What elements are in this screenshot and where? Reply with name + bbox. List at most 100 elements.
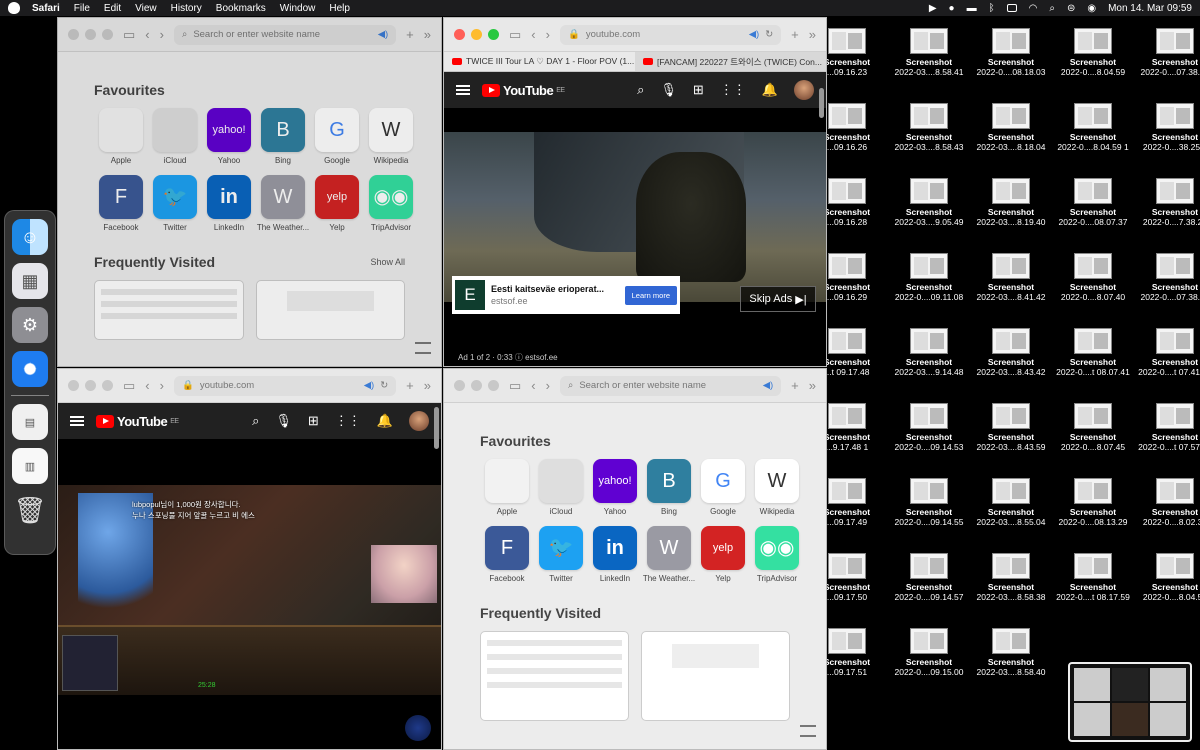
- menu-bookmarks[interactable]: Bookmarks: [216, 3, 266, 14]
- scrollbar[interactable]: [434, 407, 439, 449]
- forward-icon[interactable]: ›: [160, 27, 164, 42]
- desktop-screenshot-file[interactable]: Screenshot 2022-0....09.15.00: [890, 628, 968, 677]
- favourite-tripadvisor[interactable]: ◉◉ TripAdvisor: [364, 175, 418, 232]
- frequent-site-thumb[interactable]: [641, 631, 790, 721]
- apps-grid-icon[interactable]: ⋮⋮: [335, 413, 361, 429]
- close-button[interactable]: [454, 380, 465, 391]
- start-page-settings-icon[interactable]: [800, 725, 816, 737]
- avatar[interactable]: [794, 80, 814, 100]
- audio-icon[interactable]: ◀): [763, 380, 773, 391]
- audio-icon[interactable]: ◀): [378, 29, 388, 40]
- desktop-screenshot-file[interactable]: Screenshot2022-0....t 07.57.30: [1136, 403, 1200, 452]
- favourite-twitter[interactable]: 🐦 Twitter: [534, 526, 588, 583]
- favourite-the-weather[interactable]: W The Weather...: [256, 175, 310, 232]
- minimize-button[interactable]: [471, 29, 482, 40]
- audio-icon[interactable]: ◀): [749, 29, 759, 40]
- favourite-the-weather[interactable]: W The Weather...: [642, 526, 696, 583]
- minimize-button[interactable]: [471, 380, 482, 391]
- favourite-wikipedia[interactable]: W Wikipedia: [750, 459, 804, 516]
- desktop-screenshot-file[interactable]: Screenshot 2022-0....09.14.53: [890, 403, 968, 452]
- apple-menu-icon[interactable]: [8, 2, 20, 14]
- favourite-facebook[interactable]: F Facebook: [480, 526, 534, 583]
- downloads-stack-icon[interactable]: ▤: [12, 404, 48, 440]
- show-all-link[interactable]: Show All: [370, 257, 405, 267]
- frequent-site-thumb[interactable]: [255, 280, 405, 340]
- desktop-screenshot-file[interactable]: Screenshot 2022-0....09.11.08: [890, 253, 968, 302]
- menu-file[interactable]: File: [74, 3, 90, 14]
- address-bar[interactable]: ⌕ Search or enter website name ◀): [173, 24, 397, 45]
- desktop-screenshot-file[interactable]: Screenshot 2022-0....8.07.45: [1054, 403, 1132, 452]
- tab-twice-fancam[interactable]: [FANCAM] 220227 트와이스 (TWICE) Con...: [635, 52, 826, 71]
- address-bar[interactable]: 🔒 youtube.com ◀) ↻: [559, 24, 782, 45]
- favourite-facebook[interactable]: F Facebook: [94, 175, 148, 232]
- desktop-screenshot-file[interactable]: Screenshot2022-0....07.38.27: [1136, 253, 1200, 302]
- favourite-yahoo[interactable]: yahoo! Yahoo: [588, 459, 642, 516]
- address-bar[interactable]: ⌕ Search or enter website name ◀): [559, 375, 782, 396]
- back-icon[interactable]: ‹: [145, 378, 149, 393]
- desktop-screenshot-file[interactable]: Screenshot 2022-0....8.04.59 1: [1054, 103, 1132, 152]
- desktop-screenshot-file[interactable]: Screenshot 2022-0....t 08.07.41: [1054, 328, 1132, 377]
- desktop-screenshot-file[interactable]: Screenshot2022-0....8.04.55: [1136, 553, 1200, 602]
- video-player[interactable]: E Eesti kaitseväe erioperat... estsof.ee…: [444, 108, 826, 366]
- sidebar-toggle-icon[interactable]: ▭: [123, 378, 135, 394]
- siri-icon[interactable]: ◉: [1087, 3, 1096, 14]
- desktop-screenshot-file[interactable]: Screenshot 2022-0....8.04.59: [1054, 28, 1132, 77]
- video-player[interactable]: lubpopul님이 1,000원 장사합니다. 누나 스포닝풀 지어 앞꿀 누…: [58, 439, 441, 749]
- favourite-yahoo[interactable]: yahoo! Yahoo: [202, 108, 256, 165]
- favourite-icloud[interactable]: iCloud: [148, 108, 202, 165]
- minimize-button[interactable]: [85, 29, 96, 40]
- desktop-screenshot-file[interactable]: Screenshot 2022-03....8.58.41: [890, 28, 968, 77]
- desktop-screenshot-file[interactable]: Screenshot 2022-03....8.58.38: [972, 553, 1050, 602]
- tab-overview-icon[interactable]: »: [424, 27, 431, 42]
- forward-icon[interactable]: ›: [546, 27, 550, 42]
- minimize-button[interactable]: [85, 380, 96, 391]
- new-tab-icon[interactable]: +: [406, 27, 414, 42]
- new-tab-icon[interactable]: +: [406, 378, 414, 393]
- youtube-logo[interactable]: YouTube EE: [482, 83, 565, 98]
- favourite-twitter[interactable]: 🐦 Twitter: [148, 175, 202, 232]
- menu-icon[interactable]: [456, 85, 470, 95]
- tab-twice-tour[interactable]: TWICE III Tour LA ♡ DAY 1 - Floor POV (1…: [444, 52, 635, 71]
- desktop-screenshot-file[interactable]: Screenshot 2022-03....8.18.04: [972, 103, 1050, 152]
- desktop-screenshot-file[interactable]: Screenshot 2022-03....8.43.59: [972, 403, 1050, 452]
- create-video-icon[interactable]: ⊞: [693, 82, 704, 98]
- desktop-screenshot-file[interactable]: Screenshot2022-0....38.25 1: [1136, 103, 1200, 152]
- back-icon[interactable]: ‹: [531, 27, 535, 42]
- document-stack-icon[interactable]: ▥: [12, 448, 48, 484]
- skip-ads-button[interactable]: Skip Ads ▶|: [740, 286, 816, 312]
- favourite-linkedin[interactable]: in LinkedIn: [588, 526, 642, 583]
- desktop-screenshot-file[interactable]: Screenshot 2022-0....08.13.29: [1054, 478, 1132, 527]
- menu-safari[interactable]: Safari: [32, 3, 60, 14]
- desktop-screenshot-file[interactable]: Screenshot 2022-0....08.07.37: [1054, 178, 1132, 227]
- desktop-screenshot-file[interactable]: Screenshot 2022-03....9.05.49: [890, 178, 968, 227]
- favourite-apple[interactable]: Apple: [480, 459, 534, 516]
- frequent-site-thumb[interactable]: [94, 280, 244, 340]
- menu-edit[interactable]: Edit: [104, 3, 121, 14]
- forward-icon[interactable]: ›: [546, 378, 550, 393]
- learn-more-button[interactable]: Learn more: [624, 285, 677, 305]
- back-icon[interactable]: ‹: [531, 378, 535, 393]
- bluetooth-icon[interactable]: ᛒ: [989, 3, 995, 14]
- scrollbar[interactable]: [819, 88, 824, 118]
- favourite-google[interactable]: G Google: [310, 108, 364, 165]
- tab-overview-icon[interactable]: »: [809, 27, 816, 42]
- tab-overview-icon[interactable]: »: [809, 378, 816, 393]
- sidebar-toggle-icon[interactable]: ▭: [509, 27, 521, 43]
- microphone-icon[interactable]: 🎙: [275, 413, 292, 429]
- zoom-button[interactable]: [488, 29, 499, 40]
- forward-icon[interactable]: ›: [160, 378, 164, 393]
- battery-icon[interactable]: [1006, 4, 1017, 12]
- reload-icon[interactable]: ↻: [380, 380, 388, 391]
- menu-help[interactable]: Help: [329, 3, 350, 14]
- favourite-linkedin[interactable]: in LinkedIn: [202, 175, 256, 232]
- create-video-icon[interactable]: ⊞: [308, 413, 319, 429]
- desktop-screenshot-file[interactable]: Screenshot2022-0....7.38.26: [1136, 178, 1200, 227]
- menu-history[interactable]: History: [171, 3, 202, 14]
- screenshot-preview-thumbnail[interactable]: [1068, 662, 1192, 742]
- favourite-apple[interactable]: Apple: [94, 108, 148, 165]
- zoom-button[interactable]: [102, 29, 113, 40]
- favourite-icloud[interactable]: iCloud: [534, 459, 588, 516]
- keyboard-flag-icon[interactable]: ▬: [967, 3, 977, 14]
- wifi-icon[interactable]: ◠: [1029, 3, 1038, 14]
- desktop-screenshot-file[interactable]: Screenshot2022-0....8.02.35: [1136, 478, 1200, 527]
